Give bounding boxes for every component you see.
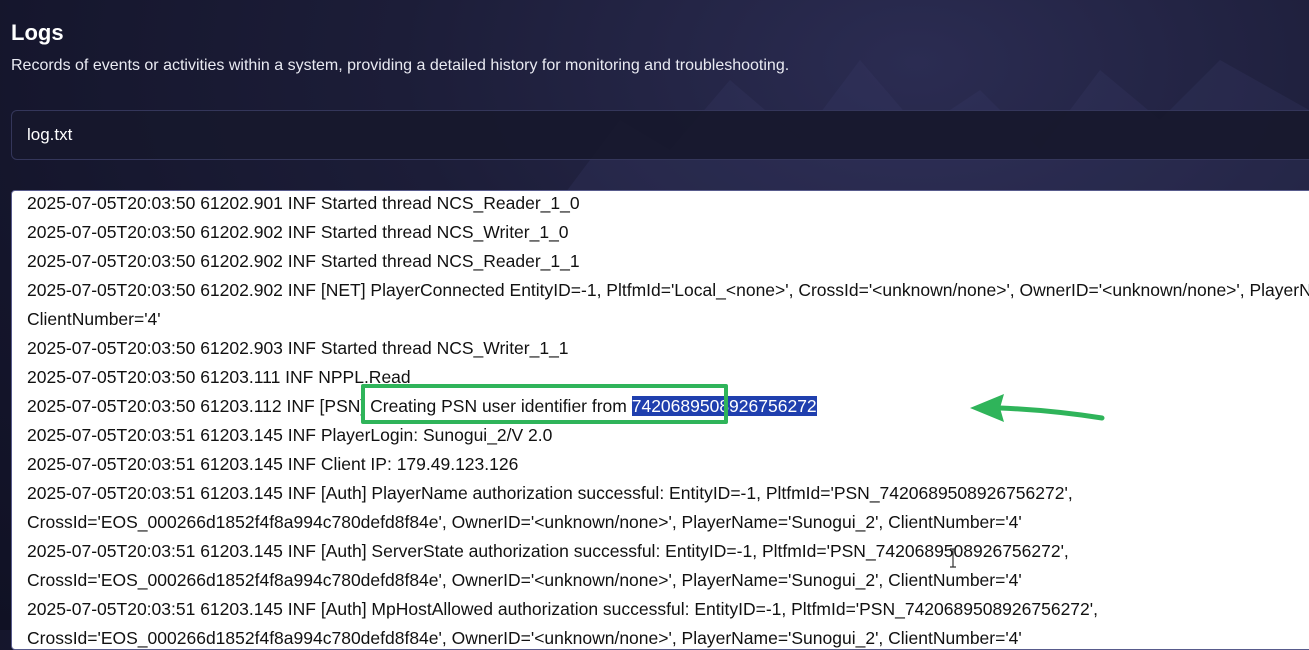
background-silhouette — [560, 60, 1309, 200]
log-line: CrossId='EOS_000266d1852f4f8a994c780defd… — [27, 570, 1022, 590]
log-line: CrossId='EOS_000266d1852f4f8a994c780defd… — [27, 628, 1022, 648]
log-line: 2025-07-05T20:03:51 61203.145 INF [Auth]… — [27, 483, 1073, 503]
selected-psn-id: 7420689508926756272 — [631, 396, 817, 416]
log-line: 2025-07-05T20:03:50 61202.902 INF Starte… — [27, 251, 580, 271]
log-line: CrossId='EOS_000266d1852f4f8a994c780defd… — [27, 512, 1022, 532]
log-line-psn: 2025-07-05T20:03:50 61203.112 INF [PSN] … — [27, 392, 1309, 421]
log-line: 2025-07-05T20:03:51 61203.145 INF Player… — [27, 425, 553, 445]
log-lines: 2025-07-05T20:03:50 61202.901 INF Starte… — [27, 191, 1309, 649]
log-line-psn-prefix: 2025-07-05T20:03:50 61203.112 INF — [27, 396, 320, 416]
log-line: 2025-07-05T20:03:50 61202.902 INF [NET] … — [27, 280, 1309, 300]
log-line: 2025-07-05T20:03:50 61203.111 INF NPPL.R… — [27, 367, 411, 387]
log-line-psn-message: [PSN] Creating PSN user identifier from — [319, 396, 632, 416]
log-line: 2025-07-05T20:03:51 61203.145 INF Client… — [27, 454, 519, 474]
log-line: 2025-07-05T20:03:50 61202.903 INF Starte… — [27, 338, 569, 358]
log-line: ClientNumber='4' — [27, 309, 161, 329]
log-viewer[interactable]: 2025-07-05T20:03:50 61202.901 INF Starte… — [11, 190, 1309, 650]
page-subtitle: Records of events or activities within a… — [11, 57, 790, 74]
log-line: 2025-07-05T20:03:50 61202.902 INF Starte… — [27, 222, 569, 242]
log-line: 2025-07-05T20:03:51 61203.145 INF [Auth]… — [27, 541, 1069, 561]
log-file-select[interactable]: log.txt — [11, 110, 1309, 160]
page-title: Logs — [11, 20, 64, 45]
log-line: 2025-07-05T20:03:51 61203.145 INF [Auth]… — [27, 599, 1098, 619]
log-line: 2025-07-05T20:03:50 61202.901 INF Starte… — [27, 193, 580, 213]
log-file-select-value: log.txt — [27, 125, 73, 144]
